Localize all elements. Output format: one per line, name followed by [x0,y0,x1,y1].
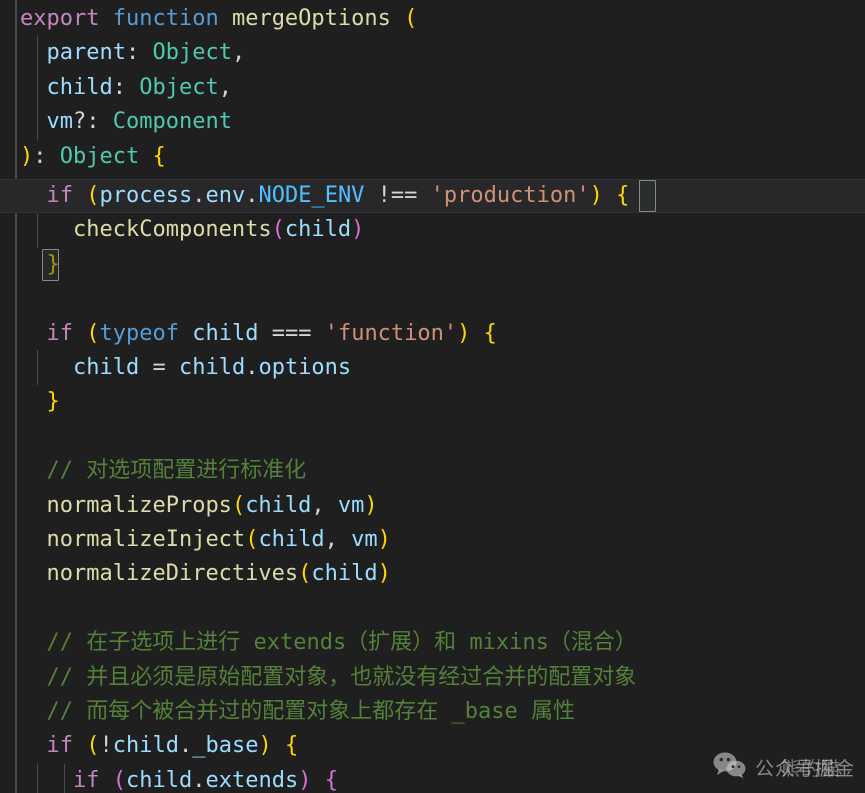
token-brace-open: { [152,143,166,169]
token-child: child [192,320,259,346]
code-line-11[interactable]: child = child.options [0,351,865,385]
token-options: options [258,355,352,380]
token-if: if [46,320,74,346]
indent-guide [64,764,65,793]
token-normalizeDirectives: normalizeDirectives [46,561,299,587]
code-content[interactable]: export function mergeOptions ( parent: O… [0,0,865,793]
code-line-15-text: normalizeProps(child, vm) [46,492,378,518]
token-checkComponents: checkComponents [72,217,272,243]
token-child: child [125,767,193,793]
token-child: child [46,74,113,100]
code-line-15[interactable]: normalizeProps(child, vm) [0,489,865,523]
token-paren-open: ( [404,6,418,31]
bracket-match-close [42,249,59,281]
token-paren-close: ) [20,143,34,169]
token-child: child [311,561,378,587]
code-line-1[interactable]: export function mergeOptions ( [0,2,865,36]
code-line-20[interactable]: // 并且必须是原始配置对象，也就没有经过合并的配置对象 [0,661,865,695]
token-extends: extends [205,767,299,793]
indent-guide [37,36,38,140]
token-if: if [46,183,74,208]
code-line-10[interactable]: if (typeof child === 'function') { [0,317,865,351]
indent-guide [37,350,38,385]
token-normalizeProps: normalizeProps [46,492,232,518]
code-line-12-text: } [46,389,60,415]
token-child: child [245,492,312,518]
code-line-23-text: if (child.extends) { [72,767,338,793]
token-child: child [112,733,179,759]
code-line-6[interactable]: if (process.env.NODE_ENV !== 'production… [0,179,865,214]
code-line-3[interactable]: child: Object, [0,71,865,105]
token-if: if [72,767,100,793]
token-function: function [112,6,219,31]
code-line-22[interactable]: if (!child._base) { [0,729,865,763]
token-child: child [178,355,246,380]
code-line-16[interactable]: normalizeInject(child, vm) [0,523,865,557]
token-function-string: 'function' [324,320,458,346]
code-line-16-text: normalizeInject(child, vm) [46,527,391,552]
token-child: child [258,527,325,552]
bracket-match-open [639,180,656,212]
indent-guide [37,214,38,248]
code-editor-screenshot: // export function mergeOptions ( parent… [0,0,865,793]
token-typeof: typeof [99,320,179,346]
token-vm: vm [46,109,74,135]
code-line-22-text: if (!child._base) { [46,733,299,759]
code-line-21-text: // 而每个被合并过的配置对象上都存在 _base 属性 [20,699,575,724]
code-line-20-text: // 并且必须是原始配置对象，也就没有经过合并的配置对象 [20,664,637,690]
token-child: child [284,217,352,243]
code-line-14-text: // 对选项配置进行标准化 [20,458,307,484]
code-line-9[interactable] [0,282,865,316]
token-Component: Component [112,109,232,135]
token-normalizeInject: normalizeInject [46,527,246,552]
token-production-string: 'production' [430,183,590,208]
code-line-12[interactable]: } [0,385,865,419]
code-line-17[interactable]: normalizeDirectives(child) [0,557,865,591]
token-export: export [20,6,100,31]
token-mergeOptions: mergeOptions [231,6,391,31]
token-child: child [72,355,140,380]
code-line-5-text: ): Object { [20,143,166,169]
token-if: if [46,733,74,759]
token-Object: Object [59,143,140,169]
token-NODE_ENV: NODE_ENV [258,183,365,208]
code-line-2[interactable]: parent: Object, [0,36,865,70]
token-_base: _base [192,733,259,759]
code-line-13[interactable] [0,420,865,454]
code-line-7[interactable]: checkComponents(child) [0,213,865,247]
code-line-3-text: child: Object, [46,74,232,100]
code-line-7-text: checkComponents(child) [72,217,365,243]
code-line-21[interactable]: // 而每个被合并过的配置对象上都存在 _base 属性 [0,695,865,729]
token-process: process [99,183,193,208]
code-line-17-text: normalizeDirectives(child) [46,561,391,587]
code-line-11-text: child = child.options [72,355,352,380]
code-line-14[interactable]: // 对选项配置进行标准化 [0,454,865,488]
token-parent: parent [46,40,126,66]
token-env: env [205,183,246,208]
token-vm: vm [337,492,365,518]
token-vm: vm [351,527,378,552]
code-line-23[interactable]: if (child.extends) { [0,764,865,793]
token-brace-open-match: { [616,183,630,208]
token-Object: Object [152,40,232,66]
code-line-19-text: // 在子选项上进行 extends（扩展）和 mixins（混合） [20,630,637,656]
code-line-4-text: vm?: Component [46,109,232,135]
token-Object: Object [139,74,219,100]
code-line-18[interactable] [0,592,865,626]
code-line-8[interactable]: } [0,248,865,282]
code-line-1-text: export function mergeOptions ( [0,2,417,36]
code-line-5[interactable]: ): Object { [0,140,865,174]
code-line-6-text: if (process.env.NODE_ENV !== 'production… [46,183,630,208]
code-line-4[interactable]: vm?: Component [0,105,865,139]
indent-guide [37,764,38,793]
code-line-19[interactable]: // 在子选项上进行 extends（扩展）和 mixins（混合） [0,626,865,660]
code-line-10-text: if (typeof child === 'function') { [46,320,497,346]
